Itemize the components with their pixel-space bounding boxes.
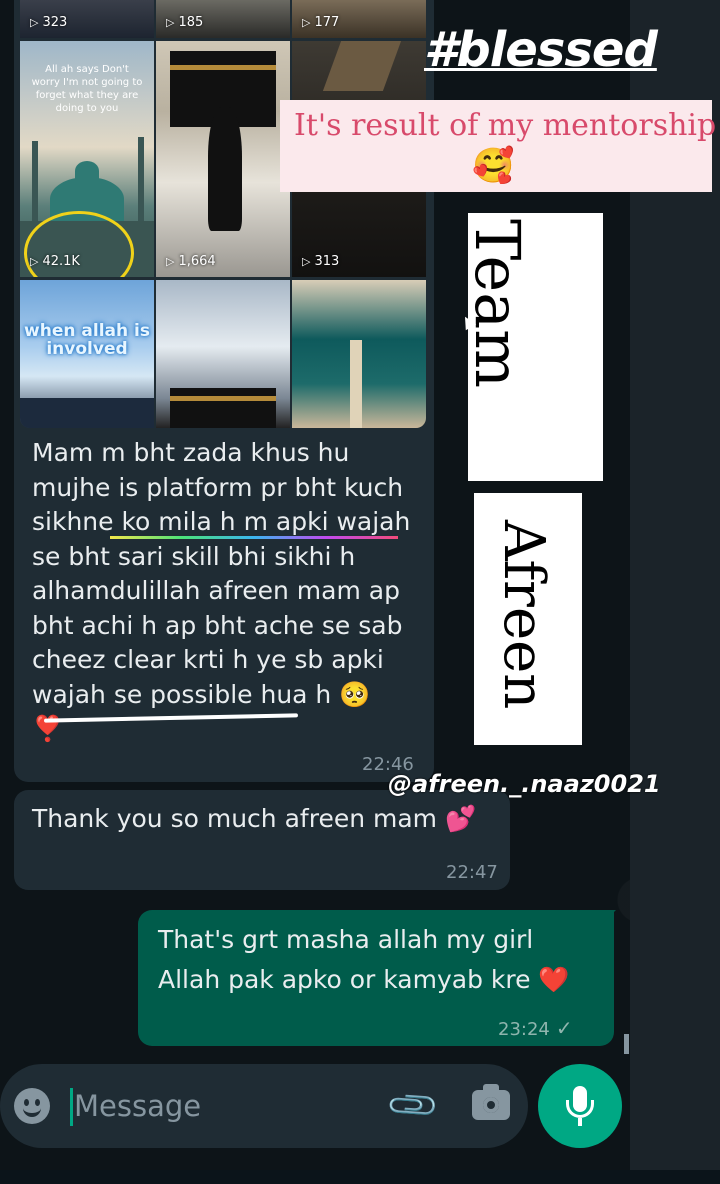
system-nav-bar	[0, 1170, 720, 1184]
incoming-message-text: Mam m bht zada khus hu mujhe is platform…	[32, 438, 411, 743]
incoming-message-text: Thank you so much afreen mam 💕	[32, 804, 477, 833]
gold-band	[170, 65, 276, 70]
person-figure	[208, 107, 242, 231]
play-icon: ▷	[166, 16, 175, 29]
play-icon: ▷	[166, 255, 175, 268]
hashtag-sticker: #blessed	[424, 22, 658, 78]
message-time: 22:47	[446, 862, 498, 883]
emoji-icon[interactable]	[14, 1088, 50, 1124]
media-tile-kaaba[interactable]: ▷ 1,664	[156, 41, 290, 277]
mentor-text: It's result of my mentorship	[294, 108, 717, 143]
media-tile-mosque[interactable]: All ah says Don't worry I'm not going to…	[20, 41, 154, 277]
message-input[interactable]	[74, 1086, 374, 1126]
media-grid[interactable]: ▷ 323 ▷ 185 ▷ 177 All ah says Don't worry I…	[20, 0, 426, 428]
afreen-text: Afreen	[491, 520, 556, 710]
minaret-shape	[350, 340, 362, 428]
structure-shape	[322, 41, 402, 91]
view-count: ▷ 323	[30, 15, 68, 30]
mic-button[interactable]	[538, 1064, 622, 1148]
view-count: ▷ 42.1K	[30, 254, 80, 269]
team-text: Team	[461, 219, 534, 388]
scrollbar[interactable]	[624, 1034, 629, 1054]
text-cursor	[70, 1088, 73, 1126]
view-count: ▷ 185	[166, 15, 204, 30]
kaaba-shape	[170, 388, 276, 428]
tile-caption: All ah says Don't worry I'm not going to…	[31, 64, 143, 114]
media-tile[interactable]: ▷ 323	[20, 0, 154, 38]
media-tile[interactable]: ▷ 185	[156, 0, 290, 38]
media-tile-cloud[interactable]	[156, 280, 290, 428]
view-count: ▷ 1,664	[166, 254, 216, 269]
dome-shape	[75, 161, 99, 181]
user-handle: @afreen._.naaz0021	[388, 770, 661, 798]
view-count: ▷ 313	[302, 254, 340, 269]
skyline-shape	[20, 398, 154, 428]
media-tile-sky[interactable]: when allah is involved	[20, 280, 154, 428]
camera-icon[interactable]	[472, 1084, 510, 1120]
play-icon: ▷	[30, 255, 39, 268]
message-time: 23:24 ✓	[498, 1016, 573, 1040]
play-icon: ▷	[302, 255, 311, 268]
read-check-icon: ✓	[555, 1016, 573, 1040]
view-count: ▷ 177	[302, 15, 340, 30]
media-tile[interactable]: ▷ 177	[292, 0, 426, 38]
tile-heading: when allah is involved	[24, 321, 150, 359]
media-tile-green[interactable]	[292, 280, 426, 428]
gold-band	[170, 396, 276, 401]
bubble-tail	[600, 910, 616, 926]
smiling-hearts-emoji: 🥰	[472, 146, 515, 186]
play-icon: ▷	[30, 16, 39, 29]
outgoing-message-text: That's grt masha allah my girl Allah pak…	[158, 925, 570, 994]
rainbow-underline	[110, 536, 398, 539]
play-icon: ▷	[302, 16, 311, 29]
